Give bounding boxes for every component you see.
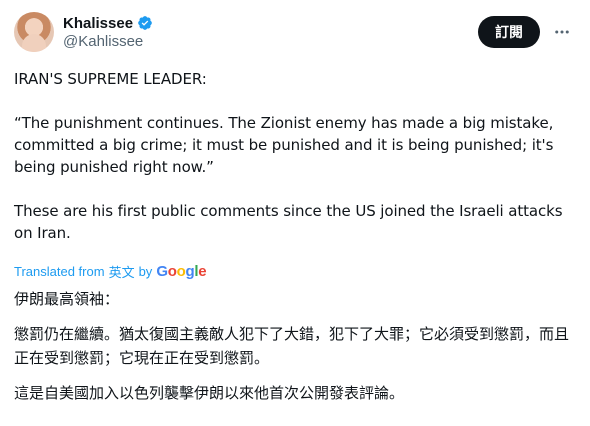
- verified-badge-icon: [138, 16, 152, 30]
- avatar[interactable]: [14, 12, 54, 52]
- tweet-line-1: IRAN'S SUPREME LEADER:: [14, 70, 207, 88]
- author-handle[interactable]: @Kahlissee: [63, 33, 143, 50]
- tweet-quote: “The punishment continues. The Zionist e…: [14, 114, 558, 176]
- more-icon[interactable]: [548, 18, 576, 46]
- by-label: by: [138, 264, 153, 279]
- author-name-row[interactable]: Khalissee: [63, 13, 153, 33]
- subscribe-button[interactable]: 訂閱: [478, 16, 540, 48]
- translation-attribution[interactable]: Translated from 英文 by Google: [14, 262, 207, 281]
- translated-context: 這是自美國加入以色列襲擊伊朗以來他首次公開發表評論。: [14, 384, 405, 402]
- author-name[interactable]: Khalissee: [63, 15, 133, 32]
- source-language: 英文: [108, 265, 135, 280]
- translated-from-label: Translated from: [14, 264, 105, 279]
- tweet-text: IRAN'S SUPREME LEADER: “The punishment c…: [14, 62, 580, 244]
- translated-quote: 懲罰仍在繼續。猶太復國主義敵人犯下了大錯，犯下了大罪；它必須受到懲罰，而且正在受…: [14, 325, 570, 367]
- tweet-header: Khalissee @Kahlissee 訂閱: [14, 12, 576, 56]
- google-logo: Google: [156, 263, 207, 280]
- more-dots-icon: [555, 30, 569, 34]
- tweet-context: These are his first public comments sinc…: [14, 202, 568, 242]
- translated-line-1: 伊朗最高領袖：: [14, 290, 120, 308]
